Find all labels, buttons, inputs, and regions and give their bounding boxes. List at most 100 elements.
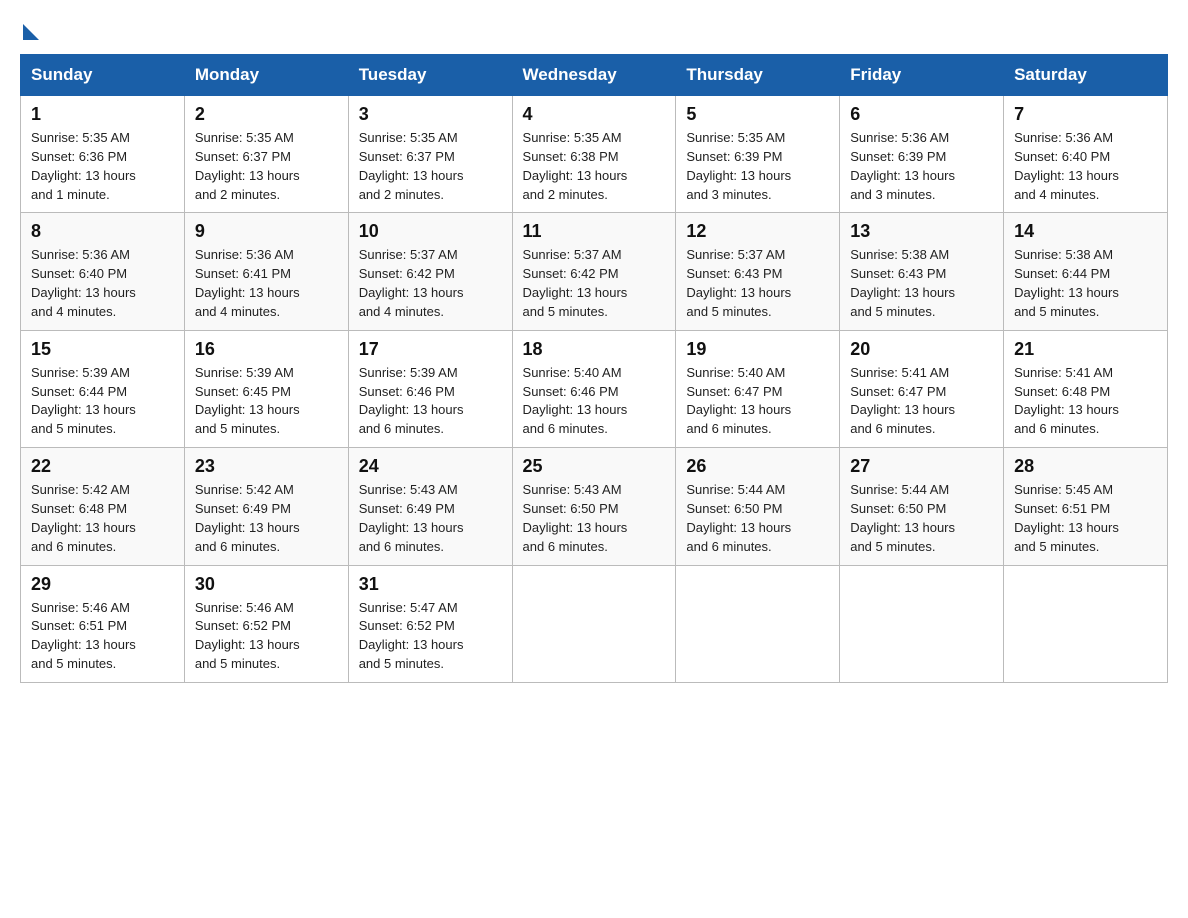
day-info: Sunrise: 5:45 AMSunset: 6:51 PMDaylight:… bbox=[1014, 481, 1157, 556]
calendar-cell: 31 Sunrise: 5:47 AMSunset: 6:52 PMDayligh… bbox=[348, 565, 512, 682]
calendar-cell: 2 Sunrise: 5:35 AMSunset: 6:37 PMDaylight… bbox=[184, 96, 348, 213]
day-info: Sunrise: 5:36 AMSunset: 6:41 PMDaylight:… bbox=[195, 246, 338, 321]
day-number: 13 bbox=[850, 221, 993, 242]
calendar-cell: 23 Sunrise: 5:42 AMSunset: 6:49 PMDayligh… bbox=[184, 448, 348, 565]
calendar-cell: 20 Sunrise: 5:41 AMSunset: 6:47 PMDayligh… bbox=[840, 330, 1004, 447]
day-number: 6 bbox=[850, 104, 993, 125]
calendar-cell: 27 Sunrise: 5:44 AMSunset: 6:50 PMDayligh… bbox=[840, 448, 1004, 565]
day-number: 23 bbox=[195, 456, 338, 477]
logo-top bbox=[20, 20, 39, 40]
day-number: 15 bbox=[31, 339, 174, 360]
calendar-cell: 25Sunrise: 5:43 AMSunset: 6:50 PMDayligh… bbox=[512, 448, 676, 565]
column-header-tuesday: Tuesday bbox=[348, 55, 512, 96]
logo bbox=[20, 20, 39, 36]
calendar-cell: 8 Sunrise: 5:36 AMSunset: 6:40 PMDaylight… bbox=[21, 213, 185, 330]
calendar-table: SundayMondayTuesdayWednesdayThursdayFrid… bbox=[20, 54, 1168, 683]
calendar-cell: 30 Sunrise: 5:46 AMSunset: 6:52 PMDayligh… bbox=[184, 565, 348, 682]
day-info: Sunrise: 5:46 AMSunset: 6:52 PMDaylight:… bbox=[195, 599, 338, 674]
day-info: Sunrise: 5:38 AMSunset: 6:43 PMDaylight:… bbox=[850, 246, 993, 321]
day-info: Sunrise: 5:35 AMSunset: 6:39 PMDaylight:… bbox=[686, 129, 829, 204]
calendar-week-row: 8 Sunrise: 5:36 AMSunset: 6:40 PMDaylight… bbox=[21, 213, 1168, 330]
day-number: 17 bbox=[359, 339, 502, 360]
day-number: 10 bbox=[359, 221, 502, 242]
day-number: 28 bbox=[1014, 456, 1157, 477]
column-header-friday: Friday bbox=[840, 55, 1004, 96]
day-info: Sunrise: 5:43 AMSunset: 6:49 PMDaylight:… bbox=[359, 481, 502, 556]
day-info: Sunrise: 5:41 AMSunset: 6:48 PMDaylight:… bbox=[1014, 364, 1157, 439]
column-header-wednesday: Wednesday bbox=[512, 55, 676, 96]
calendar-cell: 10 Sunrise: 5:37 AMSunset: 6:42 PMDayligh… bbox=[348, 213, 512, 330]
calendar-cell bbox=[840, 565, 1004, 682]
day-number: 12 bbox=[686, 221, 829, 242]
day-number: 18 bbox=[523, 339, 666, 360]
day-info: Sunrise: 5:44 AMSunset: 6:50 PMDaylight:… bbox=[850, 481, 993, 556]
day-info: Sunrise: 5:36 AMSunset: 6:40 PMDaylight:… bbox=[31, 246, 174, 321]
day-info: Sunrise: 5:35 AMSunset: 6:38 PMDaylight:… bbox=[523, 129, 666, 204]
day-number: 20 bbox=[850, 339, 993, 360]
calendar-cell bbox=[676, 565, 840, 682]
day-info: Sunrise: 5:39 AMSunset: 6:44 PMDaylight:… bbox=[31, 364, 174, 439]
day-number: 7 bbox=[1014, 104, 1157, 125]
day-number: 29 bbox=[31, 574, 174, 595]
calendar-cell: 28 Sunrise: 5:45 AMSunset: 6:51 PMDayligh… bbox=[1004, 448, 1168, 565]
calendar-cell: 19 Sunrise: 5:40 AMSunset: 6:47 PMDayligh… bbox=[676, 330, 840, 447]
day-info: Sunrise: 5:41 AMSunset: 6:47 PMDaylight:… bbox=[850, 364, 993, 439]
day-number: 5 bbox=[686, 104, 829, 125]
column-header-saturday: Saturday bbox=[1004, 55, 1168, 96]
day-number: 4 bbox=[523, 104, 666, 125]
day-info: Sunrise: 5:38 AMSunset: 6:44 PMDaylight:… bbox=[1014, 246, 1157, 321]
day-info: Sunrise: 5:36 AMSunset: 6:39 PMDaylight:… bbox=[850, 129, 993, 204]
calendar-week-row: 22Sunrise: 5:42 AMSunset: 6:48 PMDayligh… bbox=[21, 448, 1168, 565]
day-number: 31 bbox=[359, 574, 502, 595]
day-number: 25 bbox=[523, 456, 666, 477]
calendar-cell: 5 Sunrise: 5:35 AMSunset: 6:39 PMDaylight… bbox=[676, 96, 840, 213]
day-info: Sunrise: 5:37 AMSunset: 6:42 PMDaylight:… bbox=[523, 246, 666, 321]
day-info: Sunrise: 5:35 AMSunset: 6:36 PMDaylight:… bbox=[31, 129, 174, 204]
day-number: 22 bbox=[31, 456, 174, 477]
day-info: Sunrise: 5:35 AMSunset: 6:37 PMDaylight:… bbox=[359, 129, 502, 204]
calendar-cell bbox=[1004, 565, 1168, 682]
page-header bbox=[20, 20, 1168, 36]
day-info: Sunrise: 5:37 AMSunset: 6:43 PMDaylight:… bbox=[686, 246, 829, 321]
calendar-cell: 6 Sunrise: 5:36 AMSunset: 6:39 PMDaylight… bbox=[840, 96, 1004, 213]
day-info: Sunrise: 5:46 AMSunset: 6:51 PMDaylight:… bbox=[31, 599, 174, 674]
day-info: Sunrise: 5:39 AMSunset: 6:46 PMDaylight:… bbox=[359, 364, 502, 439]
day-number: 1 bbox=[31, 104, 174, 125]
day-info: Sunrise: 5:42 AMSunset: 6:49 PMDaylight:… bbox=[195, 481, 338, 556]
day-number: 11 bbox=[523, 221, 666, 242]
calendar-cell: 16 Sunrise: 5:39 AMSunset: 6:45 PMDayligh… bbox=[184, 330, 348, 447]
day-info: Sunrise: 5:39 AMSunset: 6:45 PMDaylight:… bbox=[195, 364, 338, 439]
day-number: 8 bbox=[31, 221, 174, 242]
calendar-cell: 26 Sunrise: 5:44 AMSunset: 6:50 PMDayligh… bbox=[676, 448, 840, 565]
day-info: Sunrise: 5:37 AMSunset: 6:42 PMDaylight:… bbox=[359, 246, 502, 321]
calendar-cell: 29 Sunrise: 5:46 AMSunset: 6:51 PMDayligh… bbox=[21, 565, 185, 682]
column-header-sunday: Sunday bbox=[21, 55, 185, 96]
day-number: 30 bbox=[195, 574, 338, 595]
calendar-cell: 11 Sunrise: 5:37 AMSunset: 6:42 PMDayligh… bbox=[512, 213, 676, 330]
calendar-cell: 15 Sunrise: 5:39 AMSunset: 6:44 PMDayligh… bbox=[21, 330, 185, 447]
day-number: 21 bbox=[1014, 339, 1157, 360]
calendar-cell: 17 Sunrise: 5:39 AMSunset: 6:46 PMDayligh… bbox=[348, 330, 512, 447]
day-info: Sunrise: 5:40 AMSunset: 6:47 PMDaylight:… bbox=[686, 364, 829, 439]
calendar-cell: 1 Sunrise: 5:35 AMSunset: 6:36 PMDaylight… bbox=[21, 96, 185, 213]
calendar-cell bbox=[512, 565, 676, 682]
day-info: Sunrise: 5:47 AMSunset: 6:52 PMDaylight:… bbox=[359, 599, 502, 674]
calendar-cell: 3 Sunrise: 5:35 AMSunset: 6:37 PMDaylight… bbox=[348, 96, 512, 213]
calendar-cell: 14 Sunrise: 5:38 AMSunset: 6:44 PMDayligh… bbox=[1004, 213, 1168, 330]
calendar-header-row: SundayMondayTuesdayWednesdayThursdayFrid… bbox=[21, 55, 1168, 96]
day-number: 2 bbox=[195, 104, 338, 125]
calendar-cell: 18 Sunrise: 5:40 AMSunset: 6:46 PMDayligh… bbox=[512, 330, 676, 447]
calendar-cell: 4 Sunrise: 5:35 AMSunset: 6:38 PMDaylight… bbox=[512, 96, 676, 213]
day-info: Sunrise: 5:40 AMSunset: 6:46 PMDaylight:… bbox=[523, 364, 666, 439]
day-info: Sunrise: 5:35 AMSunset: 6:37 PMDaylight:… bbox=[195, 129, 338, 204]
day-number: 16 bbox=[195, 339, 338, 360]
day-number: 3 bbox=[359, 104, 502, 125]
logo-arrow-icon bbox=[23, 24, 39, 40]
day-info: Sunrise: 5:44 AMSunset: 6:50 PMDaylight:… bbox=[686, 481, 829, 556]
day-number: 27 bbox=[850, 456, 993, 477]
day-number: 14 bbox=[1014, 221, 1157, 242]
column-header-thursday: Thursday bbox=[676, 55, 840, 96]
day-number: 19 bbox=[686, 339, 829, 360]
day-number: 26 bbox=[686, 456, 829, 477]
calendar-cell: 22Sunrise: 5:42 AMSunset: 6:48 PMDayligh… bbox=[21, 448, 185, 565]
